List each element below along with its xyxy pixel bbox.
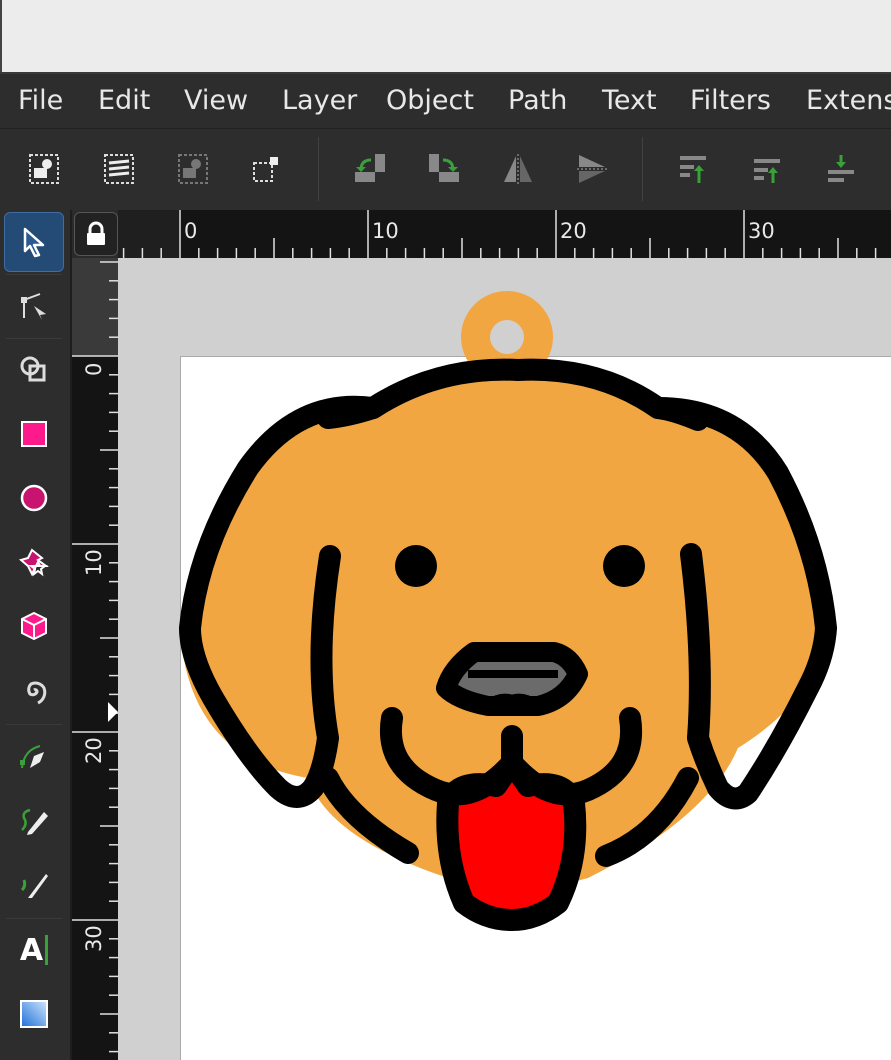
- circle-icon: [20, 484, 48, 512]
- vruler-label-30: 30: [82, 925, 106, 952]
- menu-object[interactable]: Object: [386, 83, 474, 119]
- flip-vertical-icon[interactable]: [568, 141, 616, 197]
- pencil-tool[interactable]: [4, 790, 64, 850]
- node-tool[interactable]: [4, 276, 64, 336]
- guide-lock-button[interactable]: [74, 212, 118, 256]
- menu-path[interactable]: Path: [508, 83, 567, 119]
- vertical-ruler[interactable]: 0 10 20 30: [72, 258, 118, 1060]
- deselect-icon[interactable]: [169, 141, 217, 197]
- vruler-label-0: 0: [82, 362, 106, 376]
- hruler-label-0: 0: [184, 219, 198, 243]
- hruler-label-10: 10: [372, 219, 399, 243]
- pencil-icon: [21, 808, 48, 835]
- rectangle-tool[interactable]: [4, 404, 64, 464]
- left-eye: [395, 545, 437, 587]
- vruler-label-20: 20: [82, 737, 106, 764]
- spiral-icon: [27, 681, 47, 705]
- gradient-tool[interactable]: [4, 984, 64, 1044]
- node-icon: [21, 293, 46, 320]
- menu-layer[interactable]: Layer: [282, 83, 357, 119]
- pen-icon: [20, 745, 44, 769]
- horizontal-ruler[interactable]: 0 10 20 30: [118, 210, 891, 258]
- menu-edit[interactable]: Edit: [98, 83, 150, 119]
- star-icon: [18, 548, 49, 577]
- lower-icon[interactable]: [817, 141, 865, 197]
- select-same-icon[interactable]: [242, 141, 290, 197]
- menu-text[interactable]: Text: [602, 83, 657, 119]
- menu-extensions[interactable]: Extens: [806, 83, 891, 119]
- rect-icon: [21, 421, 47, 447]
- pen-tool[interactable]: [4, 726, 64, 786]
- shape-builder-tool[interactable]: [4, 340, 64, 400]
- box3d-icon: [21, 611, 47, 641]
- select-all-in-all-layers-icon[interactable]: [95, 141, 143, 197]
- lock-icon: [87, 221, 105, 245]
- selector-tool[interactable]: [4, 212, 64, 272]
- hruler-label-30: 30: [748, 219, 775, 243]
- calligraphy-tool[interactable]: [4, 854, 64, 914]
- menu-view[interactable]: View: [184, 83, 248, 119]
- toolbox: A: [0, 210, 72, 1060]
- select-all-icon[interactable]: [20, 141, 68, 197]
- right-eye: [603, 545, 645, 587]
- 3d-box-tool[interactable]: [4, 596, 64, 656]
- command-toolbar: [0, 128, 891, 211]
- arrow-icon: [23, 227, 45, 258]
- raise-icon[interactable]: [743, 141, 791, 197]
- rotate-ccw-icon[interactable]: [346, 141, 394, 197]
- menu-filters[interactable]: Filters: [690, 83, 771, 119]
- hruler-label-20: 20: [560, 219, 587, 243]
- menu-bar: File Edit View Layer Object Path Text Fi…: [0, 72, 891, 128]
- dog-illustration[interactable]: [118, 258, 891, 1060]
- flip-horizontal-icon[interactable]: [494, 141, 542, 197]
- shape-builder-icon: [20, 356, 46, 382]
- text-icon: A: [19, 932, 44, 968]
- raise-to-top-icon[interactable]: [669, 141, 717, 197]
- spiral-tool[interactable]: [4, 660, 64, 720]
- gradient-icon: [20, 1000, 48, 1028]
- vruler-label-10: 10: [82, 549, 106, 576]
- title-bar: [0, 0, 891, 72]
- star-tool[interactable]: [4, 532, 64, 592]
- rotate-cw-icon[interactable]: [420, 141, 468, 197]
- text-tool[interactable]: A: [4, 920, 64, 980]
- calligraphy-icon: [20, 874, 48, 898]
- menu-file[interactable]: File: [18, 83, 63, 119]
- ellipse-tool[interactable]: [4, 468, 64, 528]
